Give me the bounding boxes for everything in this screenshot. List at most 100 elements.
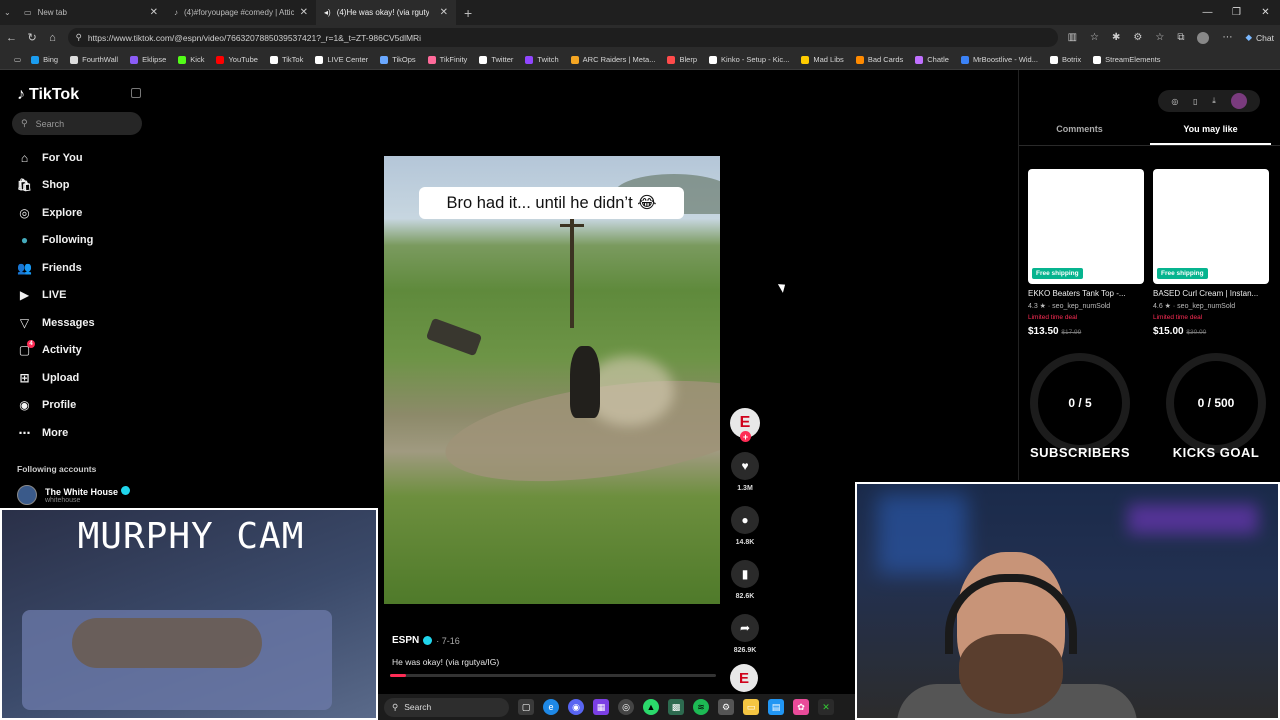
site-info-icon[interactable]: ⚲ xyxy=(76,32,82,43)
bookmark-item[interactable]: Bing xyxy=(25,55,64,64)
follow-plus-icon[interactable]: + xyxy=(740,431,751,442)
refresh-icon[interactable]: ↻ xyxy=(27,31,37,44)
sidebar-item-shop[interactable]: 🛍 Shop xyxy=(17,172,95,200)
close-tab-icon[interactable]: ✕ xyxy=(150,7,158,18)
sidebar-item-following[interactable]: ● Following xyxy=(17,227,95,255)
tab-list-chevron-icon[interactable]: ⌄ xyxy=(0,0,16,25)
browser-tab-active[interactable]: ◂) (4)He was okay! (via rgutya/IG ✕ xyxy=(316,0,456,25)
discord-icon[interactable]: ◉ xyxy=(568,699,584,715)
share-action[interactable]: ➦ 826.9K xyxy=(730,614,760,654)
bookmark-item[interactable]: TikFinity xyxy=(422,55,474,64)
bookmarks-menu-icon[interactable]: ▭ xyxy=(8,55,25,64)
sidebar-item-activity[interactable]: ▢ 4 Activity xyxy=(17,337,95,365)
save-action[interactable]: ▮ 82.6K xyxy=(730,560,760,600)
bookmark-item[interactable]: Chatle xyxy=(909,55,955,64)
following-account-item[interactable]: The White House whitehouse xyxy=(17,485,130,505)
split-screen-icon[interactable]: ▥ xyxy=(1068,32,1077,43)
bookmark-item[interactable]: TikOps xyxy=(374,55,421,64)
task-view-icon[interactable]: ▢ xyxy=(518,699,534,715)
taskbar-search[interactable]: ⚲ Search xyxy=(384,697,509,717)
bookmark-item[interactable]: Kinko - Setup - Kic... xyxy=(703,55,795,64)
copilot-chat-button[interactable]: ◆ Chat xyxy=(1245,32,1274,43)
sidebar-item-more[interactable]: ⋯ More xyxy=(17,419,95,447)
bookmark-item[interactable]: YouTube xyxy=(210,55,263,64)
comment-action[interactable]: ● 14.8K xyxy=(730,506,760,546)
video-progress-bar[interactable] xyxy=(390,674,716,677)
sidebar-item-upload[interactable]: ⊞ Upload xyxy=(17,364,95,392)
author-avatar[interactable]: E + xyxy=(730,408,760,442)
like-action[interactable]: ♥ 1.3M xyxy=(730,452,760,492)
bookmark-item[interactable]: Eklipse xyxy=(124,55,172,64)
url-field[interactable]: ⚲ https://www.tiktok.com/@espn/video/766… xyxy=(67,28,1058,47)
more-menu-icon[interactable]: ⋯ xyxy=(1222,32,1232,43)
grid-app-icon[interactable]: ▦ xyxy=(593,699,609,715)
close-tab-icon[interactable]: ✕ xyxy=(440,7,448,18)
bookmark-item[interactable]: Blerp xyxy=(661,55,703,64)
video-player[interactable]: Bro had it... until he didn’t 😂 xyxy=(384,156,720,604)
bookmark-item[interactable]: Twitter xyxy=(473,55,519,64)
product-card[interactable]: Free shipping EKKO Beaters Tank Top -...… xyxy=(1028,169,1144,337)
close-window-icon[interactable]: ✕ xyxy=(1251,0,1280,25)
bookmark-item[interactable]: FourthWall xyxy=(64,55,124,64)
app-icon[interactable]: ▩ xyxy=(668,699,684,715)
video-author-name[interactable]: ESPN xyxy=(392,635,419,646)
user-avatar[interactable] xyxy=(1230,93,1247,109)
photos-icon[interactable]: ✿ xyxy=(793,699,809,715)
sidebar-item-profile[interactable]: ◉ Profile xyxy=(17,392,95,420)
bookmark-item[interactable]: Botrix xyxy=(1044,55,1087,64)
tab-comments[interactable]: Comments xyxy=(1019,124,1140,145)
restore-icon[interactable]: ❐ xyxy=(1222,0,1251,25)
share-arrow-icon[interactable]: ➦ xyxy=(731,614,759,642)
bookmark-item[interactable]: Kick xyxy=(172,55,210,64)
favorites-icon[interactable]: ☆ xyxy=(1155,32,1164,43)
minimize-icon[interactable]: — xyxy=(1193,0,1222,25)
bookmark-favicon-icon xyxy=(570,55,579,64)
back-icon[interactable]: ← xyxy=(6,32,17,44)
download-icon[interactable]: ⤓ xyxy=(1212,96,1216,106)
bookmark-label: Kinko - Setup - Kic... xyxy=(721,55,790,64)
bookmark-item[interactable]: ARC Raiders | Meta... xyxy=(565,55,662,64)
collapse-sidebar-icon[interactable] xyxy=(131,88,141,98)
close-tab-icon[interactable]: ✕ xyxy=(300,7,308,18)
heart-icon[interactable]: ♥ xyxy=(731,452,759,480)
tab-you-may-like[interactable]: You may like xyxy=(1150,124,1271,145)
browser-tab-foryoupage[interactable]: ♪ (4)#foryoupage #comedy | Atticus ✕ xyxy=(166,0,316,25)
spotify-icon[interactable]: ≋ xyxy=(693,699,709,715)
settings-gear-icon[interactable]: ⚙ xyxy=(1133,32,1142,43)
sidebar-item-explore[interactable]: ◎ Explore xyxy=(17,199,95,227)
favorite-star-icon[interactable]: ☆ xyxy=(1090,32,1099,43)
product-card[interactable]: Free shipping BASED Curl Cream | Instan.… xyxy=(1153,169,1269,337)
bookmark-item[interactable]: StreamElements xyxy=(1087,55,1166,64)
sidebar-item-messages[interactable]: ▽ Messages xyxy=(17,309,95,337)
edge-icon[interactable]: e xyxy=(543,699,559,715)
obs-icon[interactable]: ◎ xyxy=(618,699,634,715)
tiktok-logo[interactable]: ♪ TikTok xyxy=(17,86,79,104)
device-icon[interactable]: ▯ xyxy=(1193,97,1197,106)
comment-icon[interactable]: ● xyxy=(731,506,759,534)
extensions-icon[interactable]: ✱ xyxy=(1112,32,1120,43)
browser-tab-new-tab[interactable]: ▭ New tab ✕ xyxy=(16,0,166,25)
sound-disc[interactable]: E xyxy=(730,664,758,692)
bookmark-icon[interactable]: ▮ xyxy=(731,560,759,588)
new-tab-button[interactable]: + xyxy=(456,0,480,25)
bookmark-item[interactable]: TikTok xyxy=(264,55,309,64)
profile-avatar-icon[interactable] xyxy=(1197,31,1210,44)
bookmark-item[interactable]: LIVE Center xyxy=(309,55,374,64)
bookmark-item[interactable]: Twitch xyxy=(519,55,564,64)
notepad-icon[interactable]: ▤ xyxy=(768,699,784,715)
collections-icon[interactable]: ⧉ xyxy=(1177,32,1184,43)
folder-icon[interactable]: ▭ xyxy=(743,699,759,715)
sidebar-item-friends[interactable]: 👥 Friends xyxy=(17,254,95,282)
excel-icon[interactable]: ✕ xyxy=(818,699,834,715)
sidebar-item-live[interactable]: ▶ LIVE xyxy=(17,282,95,310)
coin-icon[interactable]: ◎ xyxy=(1171,97,1178,106)
browser-tab-bar: ⌄ ▭ New tab ✕ ♪ (4)#foryoupage #comedy |… xyxy=(0,0,1280,25)
bookmark-item[interactable]: Bad Cards xyxy=(850,55,909,64)
bookmark-item[interactable]: Mad Libs xyxy=(795,55,849,64)
streaming-app-icon[interactable]: ▲ xyxy=(643,699,659,715)
home-icon[interactable]: ⌂ xyxy=(47,32,57,44)
bookmark-item[interactable]: MrBoostlive - Wid... xyxy=(955,55,1044,64)
sidebar-item-for-you[interactable]: ⌂ For You xyxy=(17,144,95,172)
settings-gear-icon[interactable]: ⚙ xyxy=(718,699,734,715)
search-input[interactable]: ⚲ Search xyxy=(12,112,142,135)
